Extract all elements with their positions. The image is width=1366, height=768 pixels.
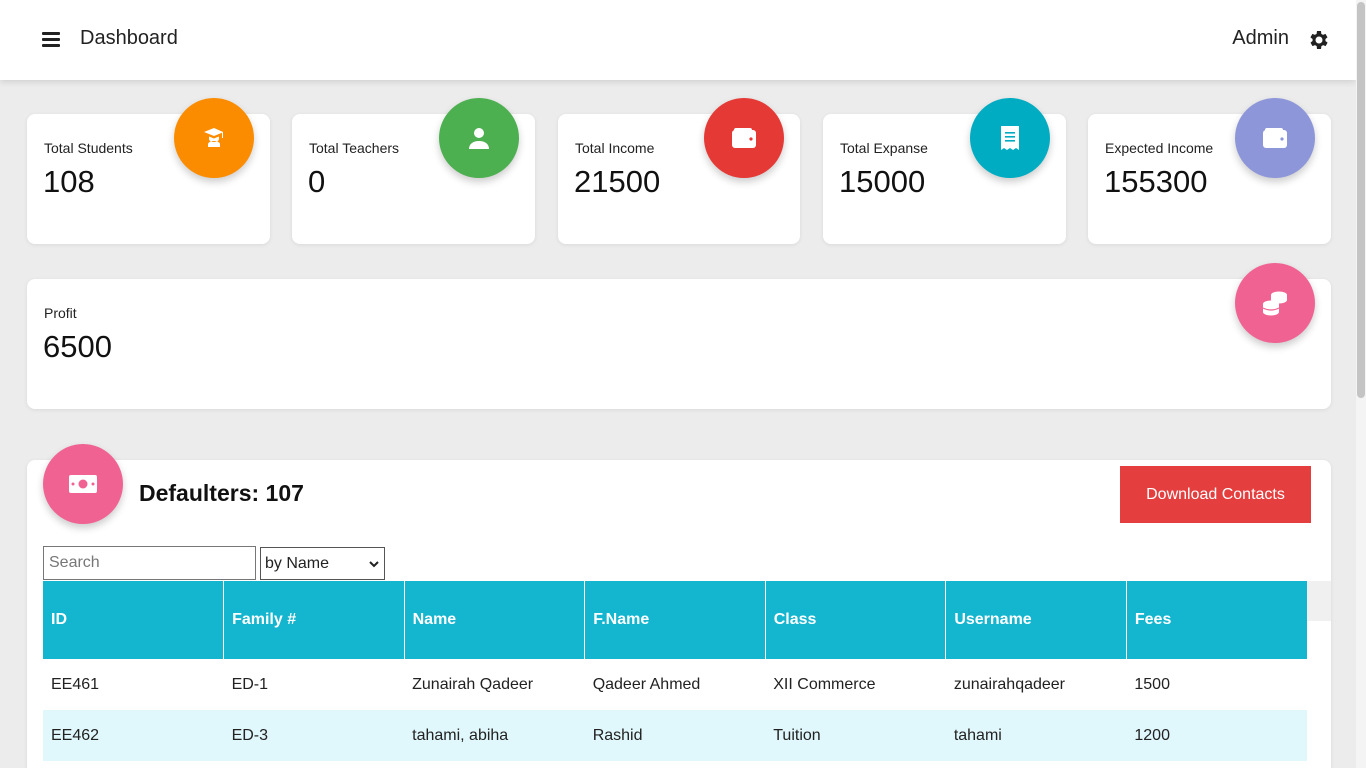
page-scrollbar[interactable] [1356,0,1366,768]
table-row[interactable]: EE461 ED-1 Zunairah Qadeer Qadeer Ahmed … [43,659,1307,710]
coins-icon [1235,263,1315,343]
page-scrollbar-thumb[interactable] [1357,2,1365,398]
cell-fees: 1500 [1134,675,1170,693]
stat-label: Total Income [575,140,655,156]
cell-fname: Rashid [584,710,766,761]
cell-fees: 1200 [1126,710,1307,761]
stat-label: Expected Income [1105,140,1214,156]
cell-class: XII Commerce [773,675,876,693]
chevron-down-icon [369,560,379,567]
defaulters-table: ID Family # Name F.Name Class Username F… [43,581,1307,761]
profit-value: 6500 [43,329,112,364]
cell-class: Tuition [765,710,946,761]
stat-value: 155300 [1104,164,1208,199]
profit-card: Profit 6500 [27,279,1331,409]
cell-username: zunairahqadeer [953,675,1066,693]
stat-value: 15000 [839,164,926,199]
cell-username: tahami [945,710,1127,761]
hamburger-menu-icon[interactable] [40,29,62,51]
filter-select[interactable]: by Name [260,547,385,580]
filter-select-value: by Name [265,554,330,572]
column-header-id[interactable]: ID [43,581,225,659]
cell-family: ED-3 [223,710,405,761]
column-header-class[interactable]: Class [765,581,947,659]
table-scrollbar[interactable] [1307,581,1331,621]
user-icon [439,98,519,178]
cell-family: ED-1 [231,675,269,693]
cell-name: Zunairah Qadeer [412,675,534,693]
cell-id: EE462 [43,710,224,761]
download-contacts-button[interactable]: Download Contacts [1120,466,1311,523]
stat-label: Total Teachers [309,140,400,156]
stat-label: Total Students [44,140,133,156]
table-row[interactable]: EE462 ED-3 tahami, abiha Rashid Tuition … [43,710,1307,761]
cell-id: EE461 [51,675,100,693]
stat-value: 0 [308,164,326,199]
cell-name: tahami, abiha [404,710,585,761]
admin-label[interactable]: Admin [1232,27,1289,50]
column-header-name[interactable]: Name [404,581,586,659]
cell-fname: Qadeer Ahmed [592,675,701,693]
money-icon [43,444,123,524]
stat-value: 21500 [574,164,661,199]
table-header-row: ID Family # Name F.Name Class Username F… [43,581,1307,659]
column-header-fees[interactable]: Fees [1126,581,1307,659]
stat-label: Total Expanse [840,140,928,156]
top-bar: Dashboard Admin [0,0,1356,80]
defaulters-title: Defaulters: 107 [139,480,304,506]
gear-icon[interactable] [1307,28,1331,52]
wallet-icon [704,98,784,178]
wallet-icon [1235,98,1315,178]
profit-label: Profit [44,305,77,321]
column-header-username[interactable]: Username [945,581,1127,659]
graduate-icon [174,98,254,178]
search-input[interactable] [43,546,256,580]
stat-value: 108 [43,164,95,199]
defaulters-card: Defaulters: 107 Download Contacts by Nam… [27,460,1331,768]
column-header-fname[interactable]: F.Name [584,581,766,659]
receipt-icon [970,98,1050,178]
column-header-family[interactable]: Family # [223,581,405,659]
page-title: Dashboard [80,27,178,49]
